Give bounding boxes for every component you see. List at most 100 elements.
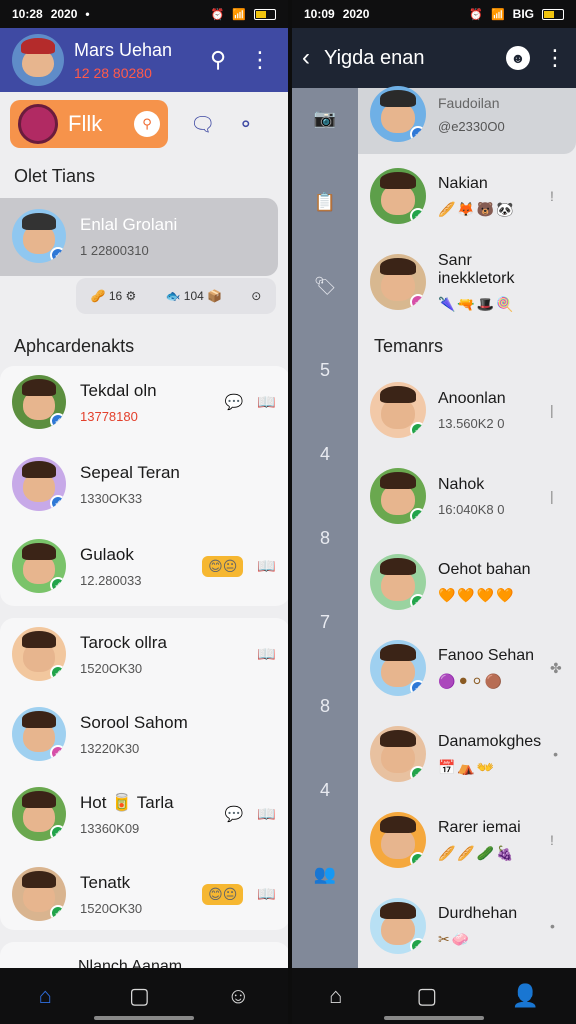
friend-sub: @e2330O0 <box>438 118 505 134</box>
rail-item[interactable]: 7 <box>292 612 358 633</box>
chip-1[interactable]: 🥜 16 ⚙ <box>91 289 137 303</box>
chat-title: Yigda enan <box>324 46 425 69</box>
more-icon[interactable]: ⋮ <box>544 45 566 71</box>
wifi-icon: 📶 <box>232 8 246 21</box>
home-icon[interactable]: ⌂ <box>39 983 52 1009</box>
contact-sub: 13220K30 <box>80 740 140 756</box>
section-title-2: Aphcardenakts <box>14 336 135 356</box>
rail-item[interactable]: 4 <box>292 444 358 465</box>
highlighted-contact[interactable]: ✓ Enlal Grolani 1 22800310 <box>0 196 288 276</box>
contact-sub: 1520OK30 <box>80 660 143 676</box>
row-action-icon[interactable]: | <box>550 488 564 504</box>
more-icon[interactable]: ⋮ <box>244 47 276 73</box>
friend-name: Danamokghes <box>438 732 542 750</box>
square-icon[interactable]: ▢ <box>417 983 438 1009</box>
top-friend-row[interactable]: ✓ Faudoilan @e2330O0 <box>358 72 576 156</box>
back-arrow-icon[interactable]: ‹ <box>302 44 310 72</box>
contact-row[interactable]: ✓ Hot 🥫 Tarla 13360K09 💬 📖 <box>0 774 288 854</box>
status-time: 10:09 <box>304 7 335 21</box>
chip-3[interactable]: ⊙ <box>251 289 261 303</box>
item-icons: 🥖🥖🥒🍇 <box>438 844 516 861</box>
rail-item[interactable]: 4 <box>292 780 358 801</box>
contact-name: Hot 🥫 Tarla <box>80 792 174 812</box>
friend-row[interactable]: ✓ Anoonlan 13.560K2 0 | <box>358 368 576 452</box>
book-icon[interactable]: 📖 <box>257 557 276 575</box>
square-icon[interactable]: ▢ <box>129 983 150 1009</box>
status-icon: ✓ <box>50 495 66 511</box>
rail-item[interactable]: 5 <box>292 360 358 381</box>
message-icon[interactable]: 💬 <box>225 805 244 823</box>
emoji-badge: 😊😐 <box>202 555 244 577</box>
status-time: 10:28 <box>12 7 43 21</box>
avatar: ✓ <box>370 382 426 438</box>
row-action-icon[interactable]: ! <box>550 832 564 848</box>
bookmark-icon[interactable]: 🗨 <box>190 112 215 137</box>
friend-name: Nakian <box>438 174 488 192</box>
rail-item[interactable]: 📋 <box>292 192 358 213</box>
avatar: ✓ <box>370 640 426 696</box>
row-action-icon[interactable]: ! <box>550 188 564 204</box>
contact-row[interactable]: ✓ Tenatk 1520OK30 😊😐 📖 <box>0 854 288 934</box>
row-action-icon[interactable]: • <box>553 746 564 762</box>
profile-avatar[interactable] <box>12 34 64 86</box>
rail-item[interactable]: 🏷 <box>292 276 358 297</box>
status-bar: 10:28 2020 • ⏰ 📶 <box>0 0 288 28</box>
rail-item[interactable]: 📷 <box>292 108 358 129</box>
friend-row[interactable]: ✓ Nahok 16:040K8 0 | <box>358 454 576 538</box>
battery-icon <box>542 8 564 20</box>
book-icon[interactable]: 📖 <box>257 805 276 823</box>
rail-item[interactable]: 8 <box>292 696 358 717</box>
book-icon[interactable]: 📖 <box>257 885 276 903</box>
message-icon[interactable]: 💬 <box>225 393 244 411</box>
contact-row[interactable]: ✓ Tarock ollra 1520OK30 📖 <box>0 614 288 694</box>
contact-row[interactable]: ✓ Sepeal Teran 1330OK33 <box>0 444 288 524</box>
rail-item[interactable]: 👥 <box>292 864 358 885</box>
add-friend-icon[interactable]: ☻ <box>506 46 530 70</box>
right-screen: 10:09 2020 ⏰ 📶 BIG ‹ Yigda enan ☻ ⋮ 📷 📋 🏷 5… <box>292 0 576 1024</box>
contact-name: Tarock ollra <box>80 632 167 652</box>
book-icon[interactable]: 📖 <box>257 393 276 411</box>
contact-row[interactable]: ✓ Sorool Sahom 13220K30 <box>0 694 288 774</box>
contact-sub: 13778180 <box>80 408 138 424</box>
contact-sub: 12.280033 <box>80 572 142 588</box>
profile-icon[interactable]: ☺ <box>227 983 249 1009</box>
status-icon: ✓ <box>50 905 66 921</box>
status-icon: ✓ <box>410 508 426 524</box>
contact-sub: 1 22800310 <box>80 242 149 258</box>
avatar: ✓ <box>370 168 426 224</box>
contact-row[interactable]: ✓ Gulaok 12.280033 😊😐 📖 <box>0 526 288 606</box>
friend-row[interactable]: ✓ Oehot bahan 🧡🧡🧡🧡 <box>358 540 576 624</box>
contact-sub: 13360K09 <box>80 820 140 836</box>
search-icon[interactable]: ⚲ <box>202 47 234 73</box>
location-icon[interactable]: ⚬ <box>237 112 254 137</box>
row-action-icon[interactable]: ✤ <box>550 660 564 677</box>
status-icon: ✓ <box>50 665 66 681</box>
filter-chip[interactable]: Fllk ⚲ <box>10 100 168 148</box>
chip-2[interactable]: 🐟 104 📦 <box>166 289 223 303</box>
friend-row[interactable]: ✓ Rarer iemai 🥖🥖🥒🍇! <box>358 798 576 882</box>
verified-icon: ✓ <box>50 247 66 263</box>
status-icon: ✓ <box>410 766 426 782</box>
person-icon[interactable]: 👤 <box>511 983 538 1009</box>
avatar: ✓ <box>12 375 66 429</box>
friend-list: ✓ Faudoilan @e2330O0 ✓ Nakian 🥖🦊🐻🐼! ✓ Sanr i… <box>358 86 576 968</box>
friend-row[interactable]: ✓ Nakian 🥖🦊🐻🐼! <box>358 154 576 238</box>
row-action-icon[interactable]: | <box>550 402 564 418</box>
friend-row[interactable]: ✓ Fanoo Sehan 🟣⚫⚪🟤 ✤ <box>358 626 576 710</box>
status-icon: ✓ <box>50 825 66 841</box>
friend-name: Nahok <box>438 475 485 493</box>
chip-search-icon[interactable]: ⚲ <box>134 111 160 137</box>
rail-item[interactable]: 8 <box>292 528 358 549</box>
contact-row[interactable]: ✓ Tekdal oln 13778180 💬 📖 <box>0 362 288 442</box>
status-icon: ✓ <box>50 577 66 593</box>
row-action-icon[interactable]: • <box>550 918 564 934</box>
status-extra: 2020 <box>50 7 78 21</box>
avatar: ✓ <box>12 457 66 511</box>
friend-row[interactable]: ✓ Danamokghes 📅⛺👐 • <box>358 712 576 796</box>
book-icon[interactable]: 📖 <box>257 645 276 663</box>
friend-row[interactable]: ✓ Durdhehan ✂🧼 • <box>358 884 576 968</box>
profile-id: 12 28 80280 <box>74 64 152 81</box>
friend-row[interactable]: ✓ Sanr inekkletork 🌂🔫🎩🍭 <box>358 240 576 324</box>
home-icon[interactable]: ⌂ <box>329 983 342 1009</box>
bottom-nav: ⌂ ▢ ☺ <box>0 968 288 1024</box>
